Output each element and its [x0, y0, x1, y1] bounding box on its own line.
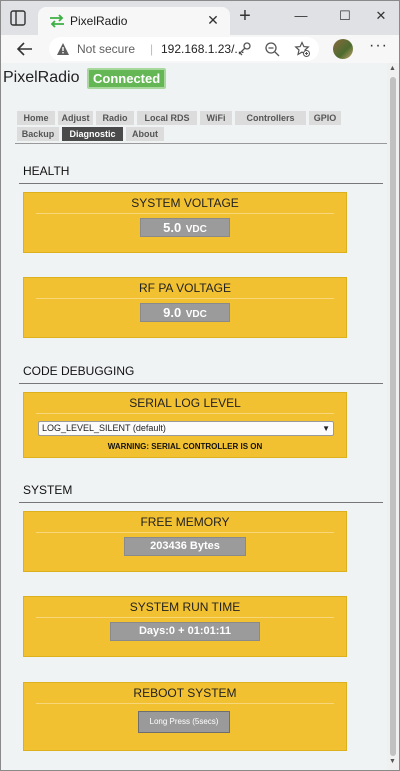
- card-reboot-system: REBOOT SYSTEM Long Press (5secs): [23, 682, 347, 751]
- card-divider: [36, 532, 334, 533]
- system-voltage-value: 5.0 VDC: [140, 218, 230, 237]
- section-divider: [19, 383, 383, 384]
- profile-avatar[interactable]: [333, 39, 353, 59]
- scroll-down-icon[interactable]: ▼: [389, 758, 396, 765]
- section-divider: [19, 183, 383, 184]
- card-system-run-time: SYSTEM RUN TIME Days:0 + 01:01:11: [23, 596, 347, 657]
- connection-status-badge: Connected: [87, 68, 167, 89]
- card-divider: [36, 703, 334, 704]
- log-level-selected: LOG_LEVEL_SILENT (default): [42, 423, 166, 433]
- url-text[interactable]: 192.168.1.23/...: [161, 42, 244, 56]
- page-content: PixelRadio Connected Home Adjust Radio L…: [1, 63, 387, 770]
- tab-radio[interactable]: Radio: [96, 111, 134, 125]
- tab-wifi[interactable]: WiFi: [200, 111, 232, 125]
- log-level-select[interactable]: LOG_LEVEL_SILENT (default) ▼: [38, 421, 334, 436]
- value-number: 5.0: [163, 220, 182, 235]
- tab-title: PixelRadio: [70, 14, 128, 28]
- close-window-button[interactable]: ✕: [369, 5, 393, 27]
- section-divider: [19, 502, 383, 503]
- close-tab-icon[interactable]: ✕: [204, 11, 222, 29]
- card-system-voltage: SYSTEM VOLTAGE 5.0 VDC: [23, 192, 347, 253]
- tab-adjust[interactable]: Adjust: [58, 111, 93, 125]
- scroll-up-icon[interactable]: ▲: [389, 65, 396, 72]
- minimize-button[interactable]: —: [289, 5, 313, 27]
- value-number: 9.0: [163, 305, 182, 320]
- key-icon[interactable]: [236, 41, 252, 57]
- run-time-value: Days:0 + 01:01:11: [110, 622, 260, 641]
- tab-strip: PixelRadio ✕ + — ☐ ✕: [1, 1, 399, 35]
- serial-warning-text: WARNING: SERIAL CONTROLLER IS ON: [107, 442, 263, 451]
- chevron-down-icon: ▼: [322, 424, 330, 433]
- browser-tab[interactable]: PixelRadio ✕: [38, 7, 230, 35]
- card-divider: [36, 617, 334, 618]
- tab-home[interactable]: Home: [17, 111, 55, 125]
- tab-about[interactable]: About: [126, 127, 164, 141]
- card-title: SERIAL LOG LEVEL: [129, 396, 241, 410]
- tab-controllers[interactable]: Controllers: [235, 111, 306, 125]
- value-unit: VDC: [185, 309, 207, 320]
- more-menu-icon[interactable]: ···: [369, 37, 388, 55]
- card-title: SYSTEM RUN TIME: [129, 600, 241, 614]
- tab-gpio[interactable]: GPIO: [309, 111, 341, 125]
- browser-window: PixelRadio ✕ + — ☐ ✕ Not secure | 192.16…: [0, 0, 400, 771]
- card-title: FREE MEMORY: [140, 515, 230, 529]
- tab-diagnostic[interactable]: Diagnostic: [62, 127, 123, 141]
- warning-icon[interactable]: [56, 42, 70, 56]
- card-title: REBOOT SYSTEM: [133, 686, 237, 700]
- tab-backup[interactable]: Backup: [17, 127, 59, 141]
- address-bar[interactable]: Not secure | 192.168.1.23/...: [49, 37, 319, 61]
- tab-actions-icon[interactable]: [9, 9, 27, 27]
- address-toolbar: Not secure | 192.168.1.23/... ···: [1, 35, 399, 63]
- brand-title: PixelRadio: [3, 69, 80, 86]
- reboot-button[interactable]: Long Press (5secs): [138, 711, 230, 733]
- card-divider: [36, 298, 334, 299]
- free-memory-value: 203436 Bytes: [124, 537, 246, 556]
- tab-local-rds[interactable]: Local RDS: [137, 111, 197, 125]
- url-separator: |: [150, 42, 154, 56]
- favorite-star-icon[interactable]: [294, 41, 310, 57]
- new-tab-button[interactable]: +: [235, 6, 255, 27]
- nav-divider: [15, 143, 387, 144]
- maximize-button[interactable]: ☐: [333, 5, 357, 27]
- card-title: RF PA VOLTAGE: [138, 281, 232, 295]
- swap-arrows-icon: [50, 14, 64, 28]
- section-code-debugging: CODE DEBUGGING: [23, 364, 135, 378]
- scrollbar-thumb[interactable]: [390, 77, 396, 756]
- not-secure-label: Not secure: [77, 42, 136, 56]
- card-rf-pa-voltage: RF PA VOLTAGE 9.0 VDC: [23, 277, 347, 338]
- rf-pa-voltage-value: 9.0 VDC: [140, 303, 230, 322]
- value-unit: VDC: [185, 224, 207, 235]
- card-divider: [36, 413, 334, 414]
- section-system: SYSTEM: [23, 483, 73, 497]
- card-free-memory: FREE MEMORY 203436 Bytes: [23, 511, 347, 572]
- card-divider: [36, 213, 334, 214]
- card-serial-log-level: SERIAL LOG LEVEL LOG_LEVEL_SILENT (defau…: [23, 392, 347, 458]
- card-title: SYSTEM VOLTAGE: [131, 196, 239, 210]
- zoom-out-icon[interactable]: [264, 41, 280, 57]
- back-arrow-icon[interactable]: [15, 39, 35, 59]
- section-health: HEALTH: [23, 164, 70, 178]
- vertical-scrollbar[interactable]: ▲ ▼: [387, 63, 399, 770]
